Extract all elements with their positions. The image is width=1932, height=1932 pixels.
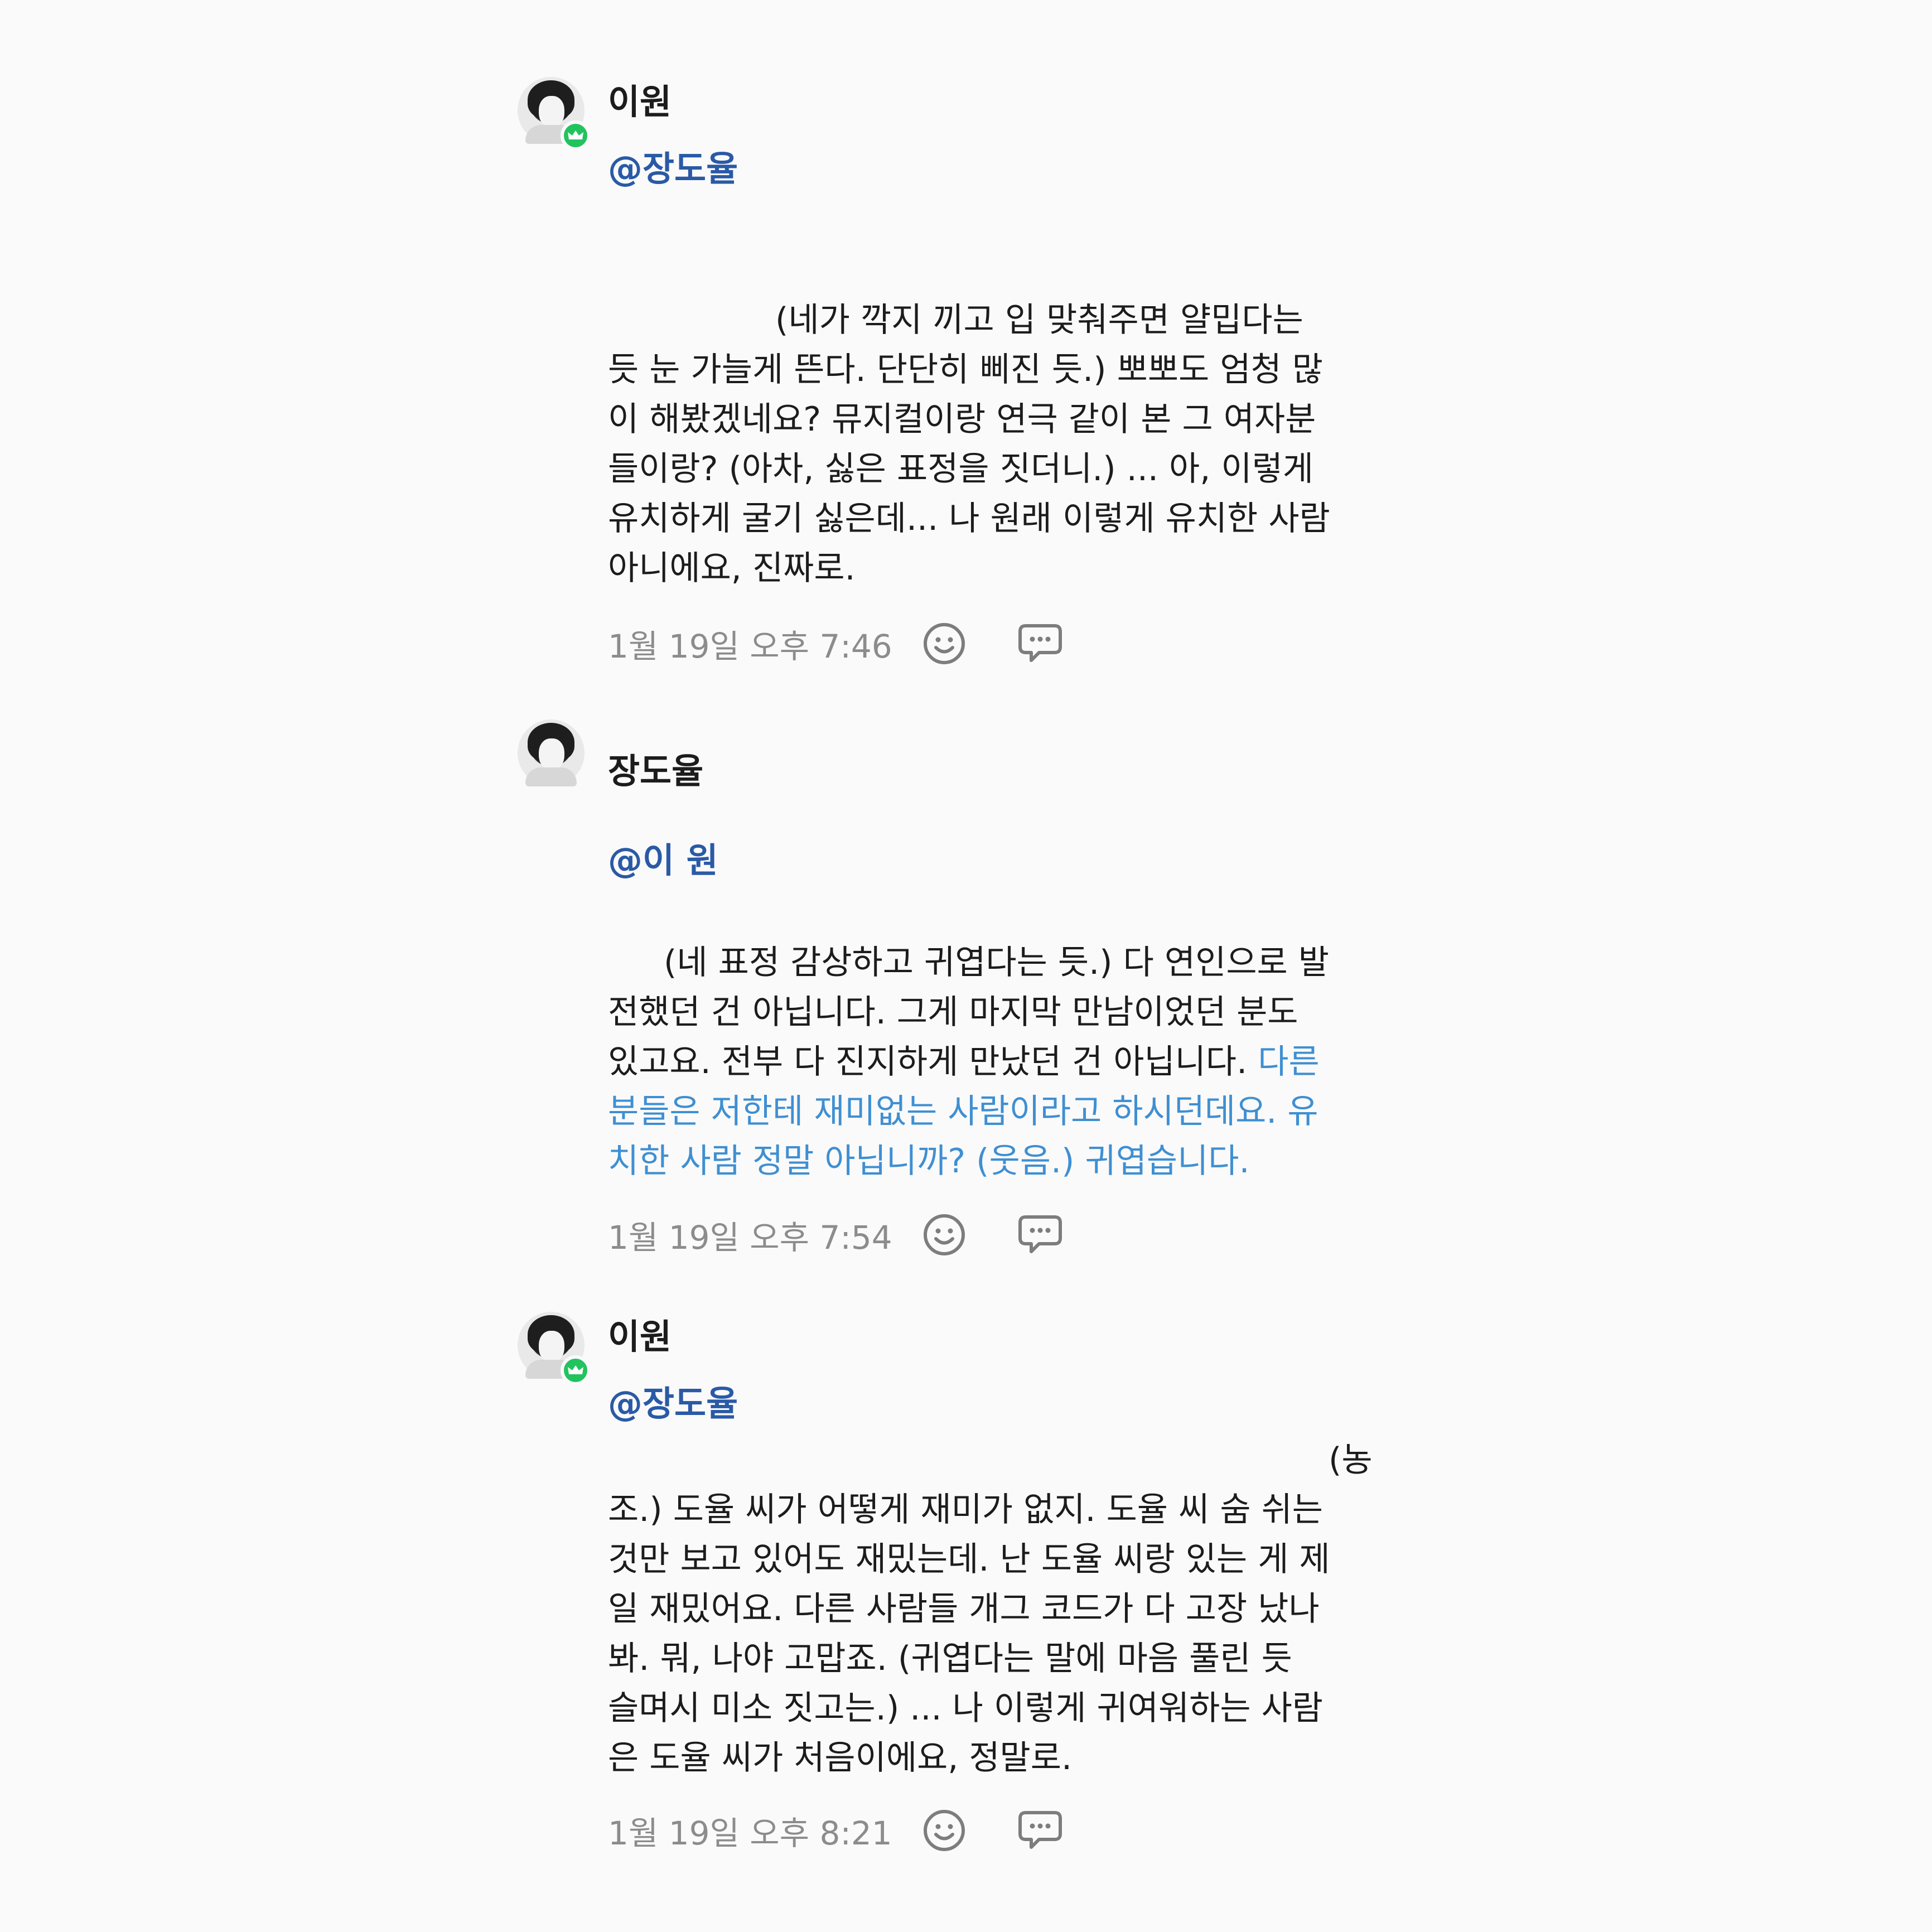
avatar-face <box>539 1331 564 1362</box>
comment-icon <box>1018 1215 1062 1253</box>
mention-link[interactable]: @장도율 <box>608 1387 738 1421</box>
comment-meta: 1월 19일 오후 8:21 <box>608 1804 1112 1857</box>
timestamp: 1월 19일 오후 7:54 <box>608 1219 892 1257</box>
smile-icon <box>924 1810 965 1851</box>
verified-badge <box>561 120 591 151</box>
smile-icon <box>924 1214 965 1255</box>
comment-icon <box>1018 1811 1062 1849</box>
comment-meta: 1월 19일 오후 7:54 <box>608 1208 1112 1262</box>
crown-icon <box>568 131 583 139</box>
avatar-face <box>539 738 564 770</box>
author-name[interactable]: 장도율 <box>608 754 703 789</box>
comment-body: (네가 깍지 끼고 입 맞춰주면 얄밉다는 듯 눈 가늘게 뜬다. 단단히 삐진… <box>608 301 1330 588</box>
author-name[interactable]: 이원 <box>608 85 672 119</box>
avatar-shoulder <box>525 767 577 786</box>
reply-button[interactable] <box>1016 1211 1064 1259</box>
smile-icon <box>924 623 965 664</box>
mention-link[interactable]: @장도율 <box>608 152 738 186</box>
avatar-face <box>539 96 564 127</box>
timestamp: 1월 19일 오후 7:46 <box>608 627 892 665</box>
react-button[interactable] <box>920 1211 968 1259</box>
timestamp: 1월 19일 오후 8:21 <box>608 1814 892 1852</box>
avatar[interactable] <box>518 77 591 151</box>
react-button[interactable] <box>920 1807 968 1854</box>
comment-body-text: (네 표정 감상하고 귀엽다는 듯.) 다 연인으로 발 전했던 건 아닙니다.… <box>608 943 1329 1081</box>
reply-button[interactable] <box>1016 1807 1064 1854</box>
author-name[interactable]: 이원 <box>608 1320 672 1354</box>
comment-body: (네 표정 감상하고 귀엽다는 듯.) 다 연인으로 발 전했던 건 아닙니다.… <box>608 938 1329 1186</box>
mention-link[interactable]: @이 원 <box>608 843 718 878</box>
verified-badge <box>561 1355 591 1385</box>
reply-button[interactable] <box>1016 620 1064 668</box>
avatar[interactable] <box>518 719 585 786</box>
crown-icon <box>568 1365 583 1374</box>
comment-body: (농 조.) 도율 씨가 어떻게 재미가 없지. 도율 씨 숨 쉬는 것만 보고… <box>608 1441 1373 1778</box>
avatar[interactable] <box>518 1312 591 1385</box>
comment-icon <box>1018 624 1062 662</box>
comment-meta: 1월 19일 오후 7:46 <box>608 617 1112 670</box>
react-button[interactable] <box>920 620 968 668</box>
